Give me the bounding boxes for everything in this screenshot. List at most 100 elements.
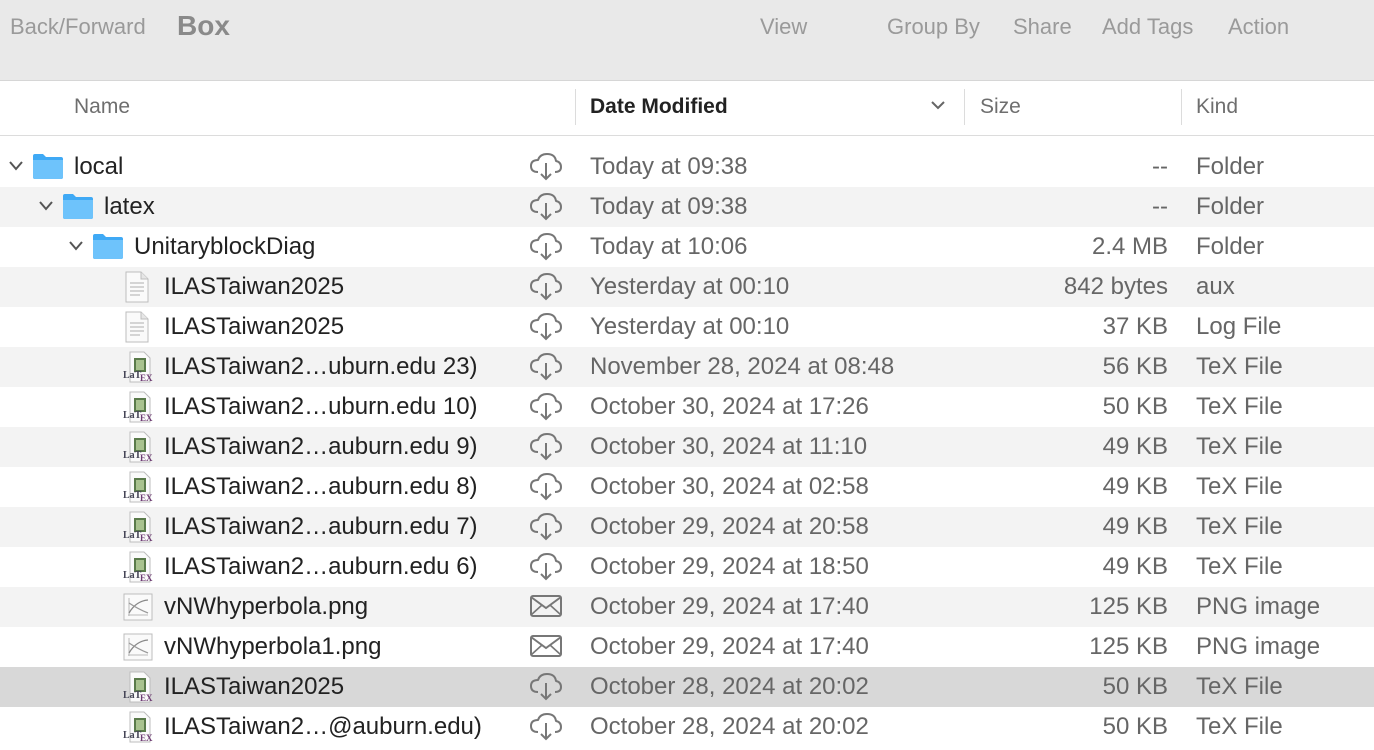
column-kind[interactable]: Kind [1196,95,1238,119]
share-button[interactable]: Share [1013,14,1072,40]
image-icon [122,631,154,670]
file-name: ILASTaiwan2025 [164,673,345,700]
file-row[interactable]: latex Today at 09:38 -- Folder [0,187,1374,227]
file-kind: TeX File [1196,513,1283,540]
svg-text:EX: EX [140,733,153,743]
mail-icon[interactable] [529,592,563,627]
svg-text:EX: EX [140,493,153,503]
tex-file-icon: LaT EX [122,551,156,590]
file-row[interactable]: LaT EX ILASTaiwan2…auburn.edu 7) October 29… [0,507,1374,547]
file-name: ILASTaiwan2…auburn.edu 8) [164,473,478,500]
column-divider[interactable] [964,89,965,125]
file-row[interactable]: LaT EX ILASTaiwan2…auburn.edu 9) October 30… [0,427,1374,467]
file-name: ILASTaiwan2…auburn.edu 6) [164,553,478,580]
file-kind: Folder [1196,233,1265,260]
cloud-icon[interactable] [529,392,563,429]
file-name: ILASTaiwan2…uburn.edu 23) [164,353,478,380]
tex-file-icon: LaT EX [122,431,156,470]
svg-text:EX: EX [140,533,153,543]
mail-icon[interactable] [529,632,563,667]
file-size: 50 KB [1102,673,1168,700]
file-kind: TeX File [1196,473,1283,500]
file-size: 50 KB [1102,393,1168,420]
file-size: 50 KB [1102,713,1168,740]
chevron-down-icon[interactable] [8,159,24,173]
file-row[interactable]: LaT EX ILASTaiwan2025 October 28, 2024 at 2… [0,667,1374,707]
cloud-icon[interactable] [529,672,563,709]
date-modified: October 29, 2024 at 17:40 [590,633,869,660]
file-row[interactable]: LaT EX ILASTaiwan2…auburn.edu 6) October 29… [0,547,1374,587]
column-header: Name Date Modified Size Kind [0,81,1374,136]
cloud-icon[interactable] [529,152,563,189]
svg-text:LaT: LaT [123,530,142,541]
svg-text:EX: EX [140,413,153,423]
column-divider[interactable] [1181,89,1182,125]
column-size[interactable]: Size [980,95,1021,119]
file-row[interactable]: UnitaryblockDiag Today at 10:06 2.4 MB Fold… [0,227,1374,267]
file-row[interactable]: vNWhyperbola.png October 29, 2024 at 17:4… [0,587,1374,627]
file-name: ILASTaiwan2…@auburn.edu) [164,713,482,740]
tex-file-icon: LaT EX [122,511,156,550]
file-row[interactable]: LaT EX ILASTaiwan2…uburn.edu 10) October 30… [0,387,1374,427]
cloud-icon[interactable] [529,192,563,229]
file-row[interactable]: LaT EX ILASTaiwan2…@auburn.edu) October 28,… [0,707,1374,747]
image-icon [122,591,154,630]
column-name[interactable]: Name [74,95,130,119]
file-row[interactable]: local Today at 09:38 -- Folder [0,147,1374,187]
file-row[interactable]: LaT EX ILASTaiwan2…uburn.edu 23) November 2… [0,347,1374,387]
date-modified: Today at 09:38 [590,193,748,220]
action-button[interactable]: Action [1228,14,1289,40]
date-modified: October 30, 2024 at 02:58 [590,473,869,500]
file-size: 37 KB [1102,313,1168,340]
cloud-icon[interactable] [529,512,563,549]
date-modified: October 29, 2024 at 17:40 [590,593,869,620]
column-divider[interactable] [575,89,576,125]
column-date-modified[interactable]: Date Modified [590,95,728,119]
file-kind: aux [1196,273,1235,300]
date-modified: October 30, 2024 at 17:26 [590,393,869,420]
tex-file-icon: LaT EX [122,671,156,710]
file-size: 125 KB [1089,593,1168,620]
file-kind: Folder [1196,193,1265,220]
date-modified: October 29, 2024 at 18:50 [590,553,869,580]
file-row[interactable]: ILASTaiwan2025 Yesterday at 00:10 37 KB Log… [0,307,1374,347]
cloud-icon[interactable] [529,472,563,509]
cloud-icon[interactable] [529,312,563,349]
svg-text:LaT: LaT [123,450,142,461]
cloud-icon[interactable] [529,272,563,309]
file-kind: PNG image [1196,593,1321,620]
chevron-down-icon[interactable] [930,99,946,111]
date-modified: Today at 09:38 [590,153,748,180]
view-button[interactable]: View [760,14,807,40]
svg-text:EX: EX [140,453,153,463]
file-row[interactable]: ILASTaiwan2025 Yesterday at 00:10 842 byte… [0,267,1374,307]
date-modified: October 29, 2024 at 20:58 [590,513,869,540]
date-modified: Yesterday at 00:10 [590,273,790,300]
file-kind: PNG image [1196,633,1321,660]
cloud-icon[interactable] [529,552,563,589]
file-size: -- [1152,153,1168,180]
cloud-icon[interactable] [529,712,563,749]
svg-text:LaT: LaT [123,370,142,381]
cloud-icon[interactable] [529,432,563,469]
chevron-down-icon[interactable] [38,199,54,213]
cloud-icon[interactable] [529,232,563,269]
folder-icon [92,231,124,268]
file-name: ILASTaiwan2…auburn.edu 9) [164,433,478,460]
tex-file-icon: LaT EX [122,391,156,430]
file-row[interactable]: LaT EX ILASTaiwan2…auburn.edu 8) October 30… [0,467,1374,507]
tex-file-icon: LaT EX [122,351,156,390]
back-forward-button[interactable]: Back/Forward [10,14,146,40]
document-icon [122,271,150,310]
cloud-icon[interactable] [529,352,563,389]
add-tags-button[interactable]: Add Tags [1102,14,1193,40]
file-name: local [74,153,124,180]
date-modified: Yesterday at 00:10 [590,313,790,340]
chevron-down-icon[interactable] [68,239,84,253]
date-modified: Today at 10:06 [590,233,748,260]
group-by-button[interactable]: Group By [887,14,980,40]
file-name: ILASTaiwan2025 [164,273,345,300]
document-icon [122,311,150,350]
file-row[interactable]: vNWhyperbola1.png October 29, 2024 at 17:… [0,627,1374,667]
file-kind: TeX File [1196,713,1283,740]
